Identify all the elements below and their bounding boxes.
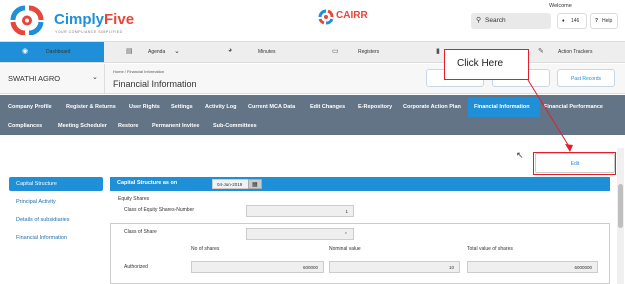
edit-highlight-box [533,152,616,175]
annotation-arrow [527,79,573,152]
